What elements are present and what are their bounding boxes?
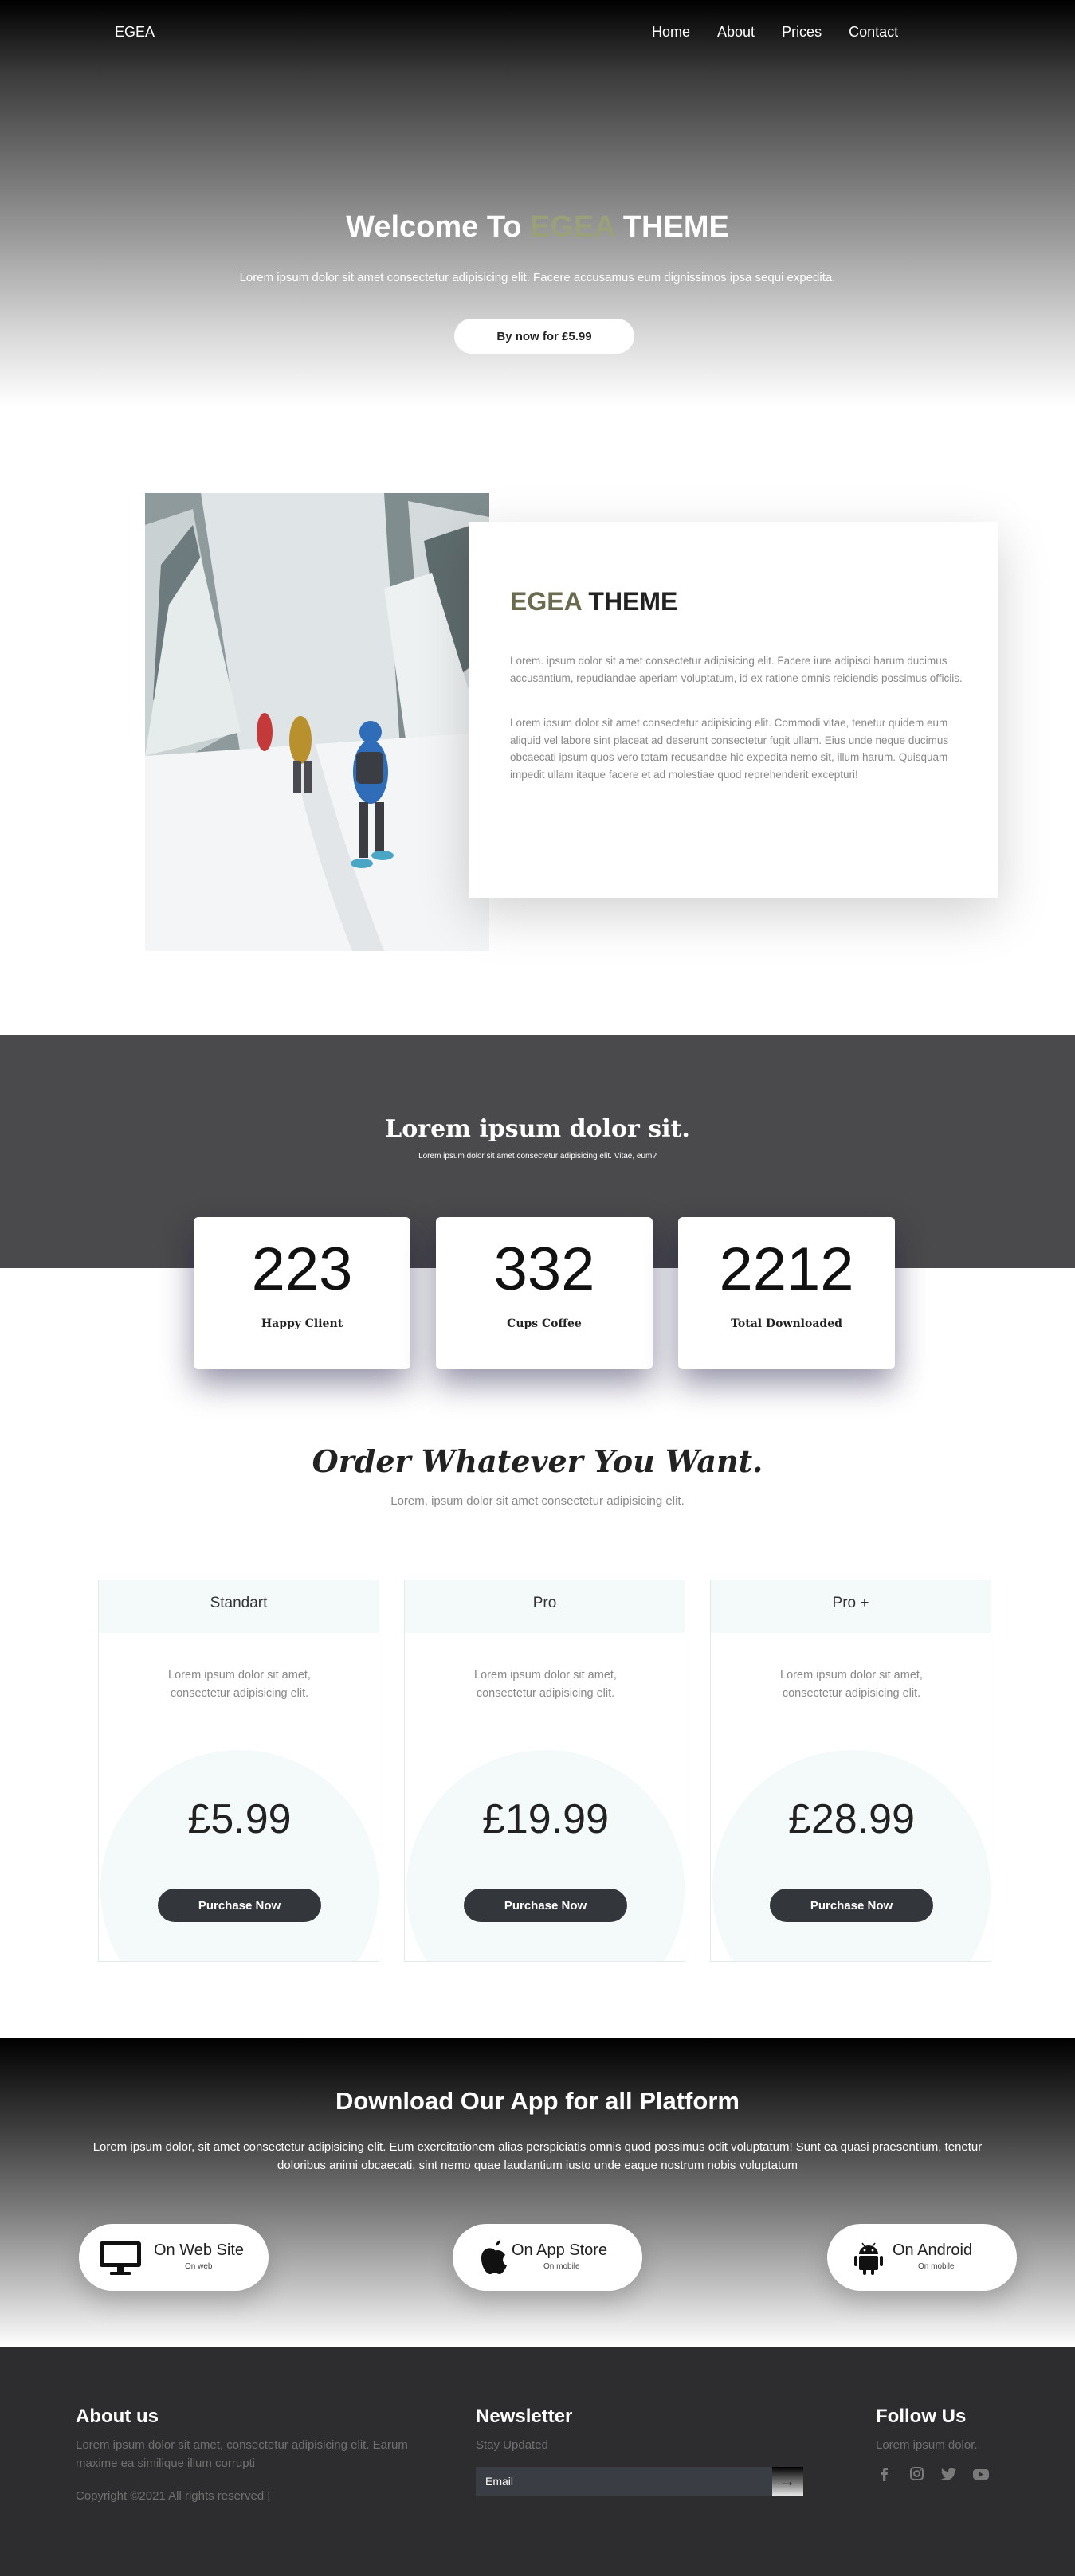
hero-subtitle: Lorem ipsum dolor sit amet consectetur a… xyxy=(239,271,836,284)
hero-title-accent: EGEA xyxy=(530,210,615,244)
price-card-pro: Pro Lorem ipsum dolor sit amet, consecte… xyxy=(404,1580,685,1962)
about-title-rest: THEME xyxy=(581,587,678,616)
about-paragraph-2: Lorem ipsum dolor sit amet consectetur a… xyxy=(510,717,949,781)
stat-label: Total Downloaded xyxy=(731,1317,842,1330)
price-circle-decoration xyxy=(100,1750,379,1961)
app-sub: On mobile xyxy=(918,2262,955,2271)
purchase-now-button-standart[interactable]: Purchase Now xyxy=(158,1889,321,1922)
download-section xyxy=(0,2038,1075,2347)
hero-title: Welcome To EGEA THEME xyxy=(0,210,1075,245)
stat-card-cups-coffee: 332 Cups Coffee xyxy=(436,1217,653,1369)
footer-about-title: About us xyxy=(76,2406,159,2427)
instagram-icon[interactable] xyxy=(908,2466,927,2482)
twitter-icon[interactable] xyxy=(940,2466,959,2482)
newsletter-title: Newsletter xyxy=(476,2406,573,2427)
hikers-snow-photo xyxy=(145,493,489,951)
about-paragraph-1: Lorem. ipsum dolor sit amet consectetur … xyxy=(510,655,963,684)
app-sub: On mobile xyxy=(543,2262,580,2271)
android-button[interactable]: On Android On mobile xyxy=(827,2224,1017,2291)
plan-price: £19.99 xyxy=(481,1796,610,1842)
purchase-now-button-pro-plus[interactable]: Purchase Now xyxy=(770,1889,933,1922)
nav-link-home[interactable]: Home xyxy=(652,24,690,41)
web-site-button[interactable]: On Web Site On web xyxy=(79,2224,269,2291)
plan-name: Pro + xyxy=(711,1580,991,1633)
stat-label: Cups Coffee xyxy=(507,1317,582,1330)
apple-icon xyxy=(472,2238,516,2277)
app-name: On App Store xyxy=(512,2241,608,2259)
social-links xyxy=(876,2466,1003,2482)
follow-us-title: Follow Us xyxy=(876,2406,967,2427)
stat-number: 223 xyxy=(251,1235,353,1303)
nav-link-about[interactable]: About xyxy=(717,24,755,41)
youtube-icon[interactable] xyxy=(971,2466,991,2482)
app-name: On Android xyxy=(893,2241,973,2259)
pricing-title: Order Whatever You Want. xyxy=(312,1443,763,1479)
plan-name: Standart xyxy=(99,1580,379,1633)
stat-number: 332 xyxy=(493,1235,595,1303)
about-title: EGEA THEME xyxy=(510,587,677,617)
arrow-right-icon: → xyxy=(780,2472,795,2489)
newsletter-submit-button[interactable]: → xyxy=(772,2467,803,2496)
nav-link-contact[interactable]: Contact xyxy=(849,24,898,41)
android-icon xyxy=(846,2238,891,2277)
app-sub: On web xyxy=(185,2262,213,2271)
pricing-subtitle: Lorem, ipsum dolor sit amet consectetur … xyxy=(390,1494,685,1508)
app-store-button[interactable]: On App Store On mobile xyxy=(453,2224,642,2291)
hero-title-pre: Welcome To xyxy=(346,210,530,244)
about-card: EGEA THEME Lorem. ipsum dolor sit amet c… xyxy=(469,522,998,898)
plan-price: £28.99 xyxy=(787,1796,916,1842)
price-card-standart: Standart Lorem ipsum dolor sit amet, con… xyxy=(98,1580,379,1962)
stat-card-happy-client: 223 Happy Client xyxy=(194,1217,410,1369)
newsletter-subtitle: Stay Updated xyxy=(476,2438,548,2452)
download-text: Lorem ipsum dolor, sit amet consectetur … xyxy=(92,2140,983,2173)
buy-now-button[interactable]: By now for £5.99 xyxy=(454,319,634,354)
footer-copyright: Copyright ©2021 All rights reserved | xyxy=(76,2489,271,2503)
app-name: On Web Site xyxy=(154,2241,245,2259)
stats-title: Lorem ipsum dolor sit. xyxy=(385,1115,690,1143)
price-circle-decoration xyxy=(406,1750,685,1961)
stat-number: 2212 xyxy=(719,1235,854,1303)
monitor-icon xyxy=(98,2238,143,2277)
plan-price: £5.99 xyxy=(187,1796,292,1842)
about-title-accent: EGEA xyxy=(510,587,582,616)
facebook-icon[interactable] xyxy=(876,2466,895,2482)
newsletter-email-input[interactable] xyxy=(476,2467,772,2496)
price-card-pro-plus: Pro + Lorem ipsum dolor sit amet, consec… xyxy=(710,1580,991,1962)
main-nav: Home About Prices Contact xyxy=(652,24,925,41)
stats-subtitle: Lorem ipsum dolor sit amet consectetur a… xyxy=(418,1152,657,1161)
follow-us-text: Lorem ipsum dolor. xyxy=(876,2438,978,2452)
nav-link-prices[interactable]: Prices xyxy=(782,24,822,41)
plan-description: Lorem ipsum dolor sit amet, consectetur … xyxy=(780,1669,923,1701)
plan-name: Pro xyxy=(405,1580,685,1633)
purchase-now-button-pro[interactable]: Purchase Now xyxy=(464,1889,627,1922)
plan-description: Lorem ipsum dolor sit amet, consectetur … xyxy=(474,1669,617,1701)
stat-label: Happy Client xyxy=(261,1317,343,1330)
download-title: Download Our App for all Platform xyxy=(335,2087,740,2115)
footer-about-text: Lorem ipsum dolor sit amet, consectetur … xyxy=(76,2438,408,2471)
price-circle-decoration xyxy=(712,1750,991,1961)
hero-title-post: THEME xyxy=(614,210,729,244)
stat-card-total-downloaded: 2212 Total Downloaded xyxy=(678,1217,895,1369)
nav-brand[interactable]: EGEA xyxy=(115,24,155,41)
plan-description: Lorem ipsum dolor sit amet, consectetur … xyxy=(168,1669,311,1701)
